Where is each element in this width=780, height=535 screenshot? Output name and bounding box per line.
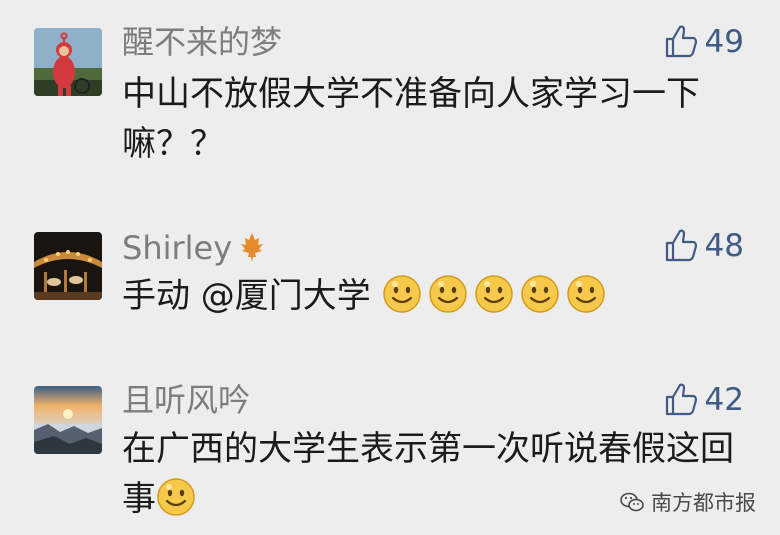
comment-text: 手动 @厦门大学: [122, 271, 752, 321]
smiley-emoji-icon: [566, 274, 606, 314]
carousel-avatar-icon: [34, 232, 102, 300]
emoji-group: [382, 274, 612, 316]
nickname[interactable]: Shirley: [122, 228, 268, 268]
comment-2: Shirley 48 手动 @厦门大学: [0, 200, 780, 360]
sunrise-avatar-icon: [34, 386, 102, 454]
like-count: 49: [704, 24, 744, 60]
like-count: 48: [704, 228, 744, 264]
like-count: 42: [704, 382, 744, 418]
watermark-text: 南方都市报: [651, 491, 756, 515]
smiley-emoji-icon: [474, 274, 514, 314]
nickname[interactable]: 醒不来的梦: [122, 22, 282, 62]
thumbs-up-icon: [665, 25, 697, 58]
user-avatar[interactable]: [34, 232, 102, 300]
emoji-group: [156, 477, 202, 519]
comment-1: 醒不来的梦 49 中山不放假大学不准备向人家学习一下嘛？？: [0, 0, 780, 200]
thumbs-up-icon: [665, 383, 697, 416]
like-button[interactable]: 49: [663, 22, 744, 62]
wechat-icon: [620, 492, 644, 512]
maple-leaf-icon: [241, 233, 264, 262]
watermark: 南方都市报: [619, 487, 756, 517]
smiley-emoji-icon: [428, 274, 468, 314]
teletubby-avatar-icon: [34, 28, 102, 96]
smiley-emoji-icon: [520, 274, 560, 314]
like-button[interactable]: 48: [663, 226, 744, 266]
nickname-text: Shirley: [122, 229, 233, 267]
user-avatar[interactable]: [34, 28, 102, 96]
user-avatar[interactable]: [34, 386, 102, 454]
comment-text-body: 手动 @厦门大学: [122, 276, 382, 316]
thumbs-up-icon: [665, 229, 697, 262]
smiley-emoji-icon: [382, 274, 422, 314]
comment-text: 中山不放假大学不准备向人家学习一下嘛？？: [122, 74, 700, 164]
smiley-emoji-icon: [156, 477, 196, 517]
like-button[interactable]: 42: [663, 380, 744, 420]
nickname[interactable]: 且听风吟: [122, 380, 250, 420]
